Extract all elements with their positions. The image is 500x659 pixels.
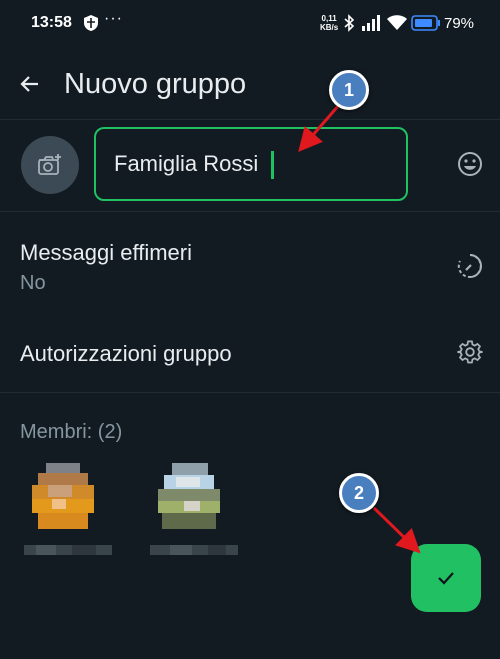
- header-divider: [0, 119, 500, 120]
- battery-percent: 79%: [444, 15, 475, 32]
- group-permissions-title: Autorizzazioni gruppo: [20, 341, 232, 366]
- battery-icon: [411, 15, 440, 31]
- avatar: [158, 463, 220, 529]
- callout-badge-2: 2: [339, 473, 379, 513]
- check-icon: [438, 572, 454, 585]
- network-speed-value: 0,11: [321, 14, 337, 23]
- confirm-create-group-button[interactable]: [411, 544, 481, 612]
- member-item[interactable]: [150, 463, 248, 563]
- settings-divider: [0, 392, 500, 393]
- gear-icon: [457, 340, 483, 364]
- members-label: Membri: (2): [20, 421, 123, 443]
- status-time: 13:58: [31, 14, 72, 31]
- callout-badge-1: 1: [329, 70, 369, 110]
- network-speed-unit: KB/s: [320, 23, 339, 32]
- member-name-redacted: [150, 545, 238, 555]
- member-item[interactable]: [24, 463, 122, 563]
- emoji-icon: [458, 152, 482, 176]
- status-more-dots: ···: [104, 10, 123, 27]
- disappearing-messages-row[interactable]: Messaggi effimeri No: [0, 226, 500, 306]
- wifi-icon: [387, 15, 407, 30]
- page-title: Nuovo gruppo: [64, 68, 247, 100]
- status-bar: 13:58 ··· 0,11 KB/s 79%: [0, 0, 500, 48]
- shield-icon: [84, 15, 98, 31]
- group-photo-button[interactable]: [21, 136, 79, 194]
- timer-icon: [457, 254, 483, 278]
- annotation-arrow-2: [372, 506, 421, 554]
- back-button[interactable]: [12, 64, 48, 104]
- signal-icon: [362, 15, 380, 31]
- text-cursor: [271, 151, 274, 179]
- disappearing-messages-title: Messaggi effimeri: [20, 240, 192, 265]
- arrow-left-icon: [20, 76, 38, 92]
- app-bar: Nuovo gruppo: [0, 48, 500, 120]
- bluetooth-icon: [344, 14, 355, 32]
- group-name-input[interactable]: [94, 127, 408, 201]
- group-permissions-row[interactable]: Autorizzazioni gruppo: [0, 322, 500, 382]
- network-speed: 0,11 KB/s: [320, 14, 338, 32]
- disappearing-messages-value: No: [20, 272, 46, 294]
- name-divider: [0, 211, 500, 212]
- camera-add-icon: [38, 154, 61, 175]
- emoji-button[interactable]: [456, 150, 484, 178]
- member-name-redacted: [24, 545, 112, 555]
- avatar: [32, 463, 94, 529]
